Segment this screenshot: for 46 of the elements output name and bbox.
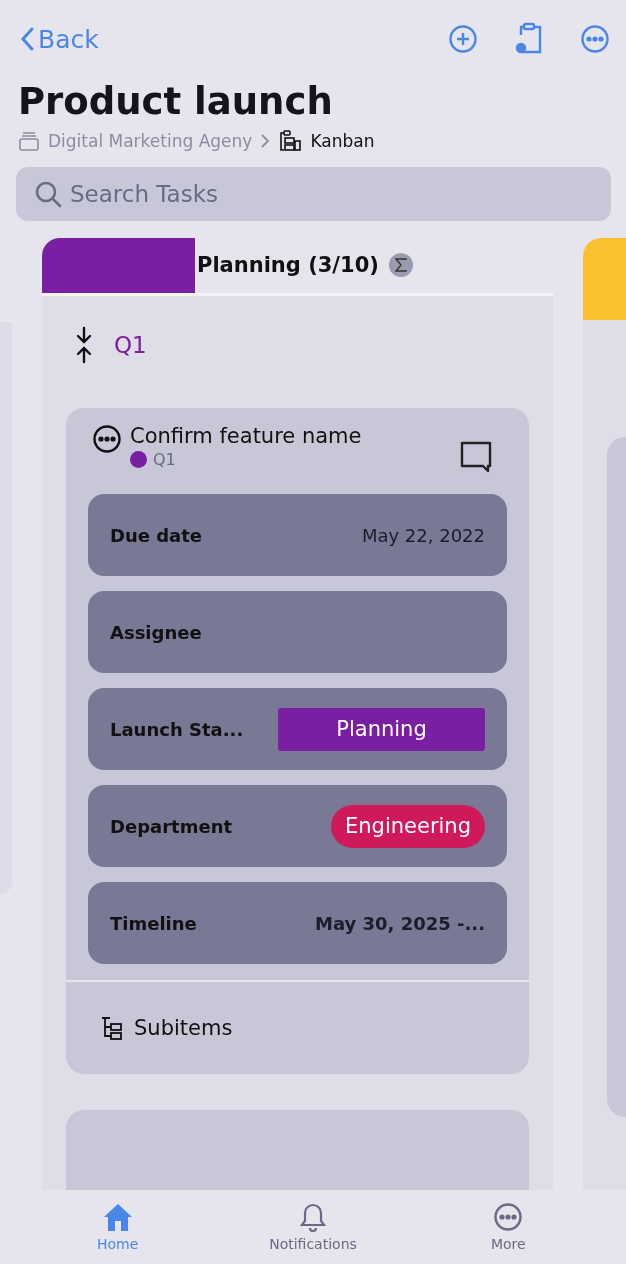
page-title: Product launch [18,82,334,123]
add-button[interactable] [448,24,478,54]
group-toggle[interactable]: Q1 [42,296,553,364]
task-title[interactable]: Confirm feature name [130,424,451,448]
field-label: Department [110,815,233,837]
tab-item[interactable]: Home [57,1190,178,1264]
more-icon [92,424,122,454]
breadcrumb-item[interactable]: Digital Marketing Ageny [48,130,253,151]
tab-item[interactable]: More [448,1190,569,1264]
search-bar[interactable]: Search Tasks [16,166,611,221]
field-label: Launch Sta... [110,718,244,740]
back-button[interactable]: Back [20,24,99,54]
breadcrumb-item[interactable]: Kanban [310,130,375,151]
subitems-button[interactable]: Subitems [66,982,267,1074]
more-icon [493,1202,524,1232]
field-row[interactable]: Due date May 22, 2022 [88,494,507,576]
search-field[interactable]: Search Tasks [68,179,593,208]
more-icon [580,24,610,54]
column-title: Planning (3/10) [197,253,379,278]
tab-item[interactable]: Notifications [253,1190,373,1264]
status-label: Planning [278,707,485,751]
comment-icon[interactable] [459,440,493,474]
field-label: Timeline [110,912,197,934]
field-value: May 30, 2025 -... [315,912,485,934]
field-row[interactable]: Department Engineering [88,785,507,867]
tag-label: Engineering [331,804,485,848]
bell-icon [299,1202,327,1232]
field-label: Due date [110,524,203,546]
clipboard-settings-icon [514,22,544,56]
board-settings-button[interactable] [514,22,544,56]
add-icon [448,24,478,54]
board-icon [278,128,303,153]
field-label: Assignee [110,621,202,643]
more-button[interactable] [580,24,610,54]
field-row[interactable]: Assignee [88,591,507,673]
field-row[interactable]: Launch Sta... Planning [88,688,507,770]
field-value: May 22, 2022 [361,524,485,546]
subitems-icon [100,1016,124,1040]
chevron-left-icon [20,27,34,51]
field-row[interactable]: Timeline May 30, 2025 -... [88,882,507,964]
chevron-right-icon [260,133,271,148]
group-label: Q1 [153,450,176,469]
collapse-icon [74,326,94,364]
sum-icon[interactable] [388,253,413,278]
stack-icon [18,129,40,152]
search-icon [34,179,62,208]
